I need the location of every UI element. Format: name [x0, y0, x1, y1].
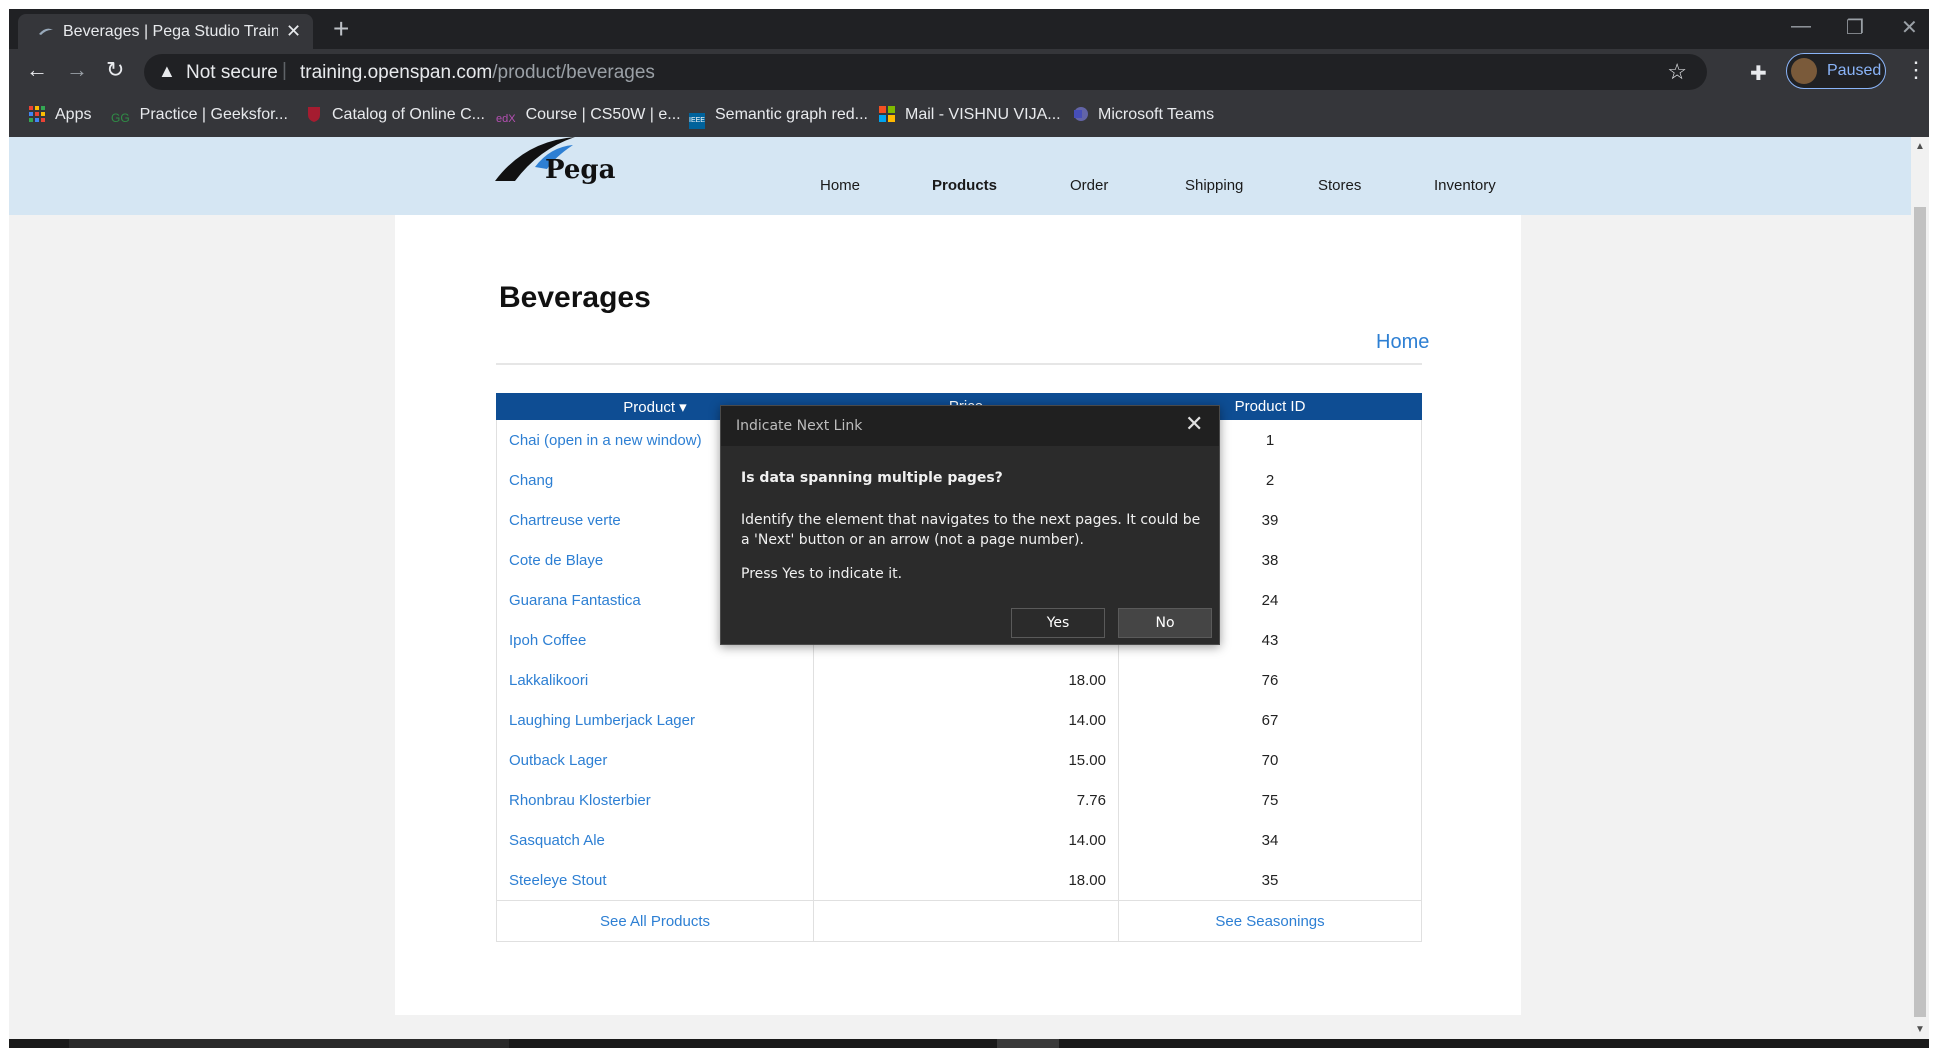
url-text: training.openspan.com/product/beverages — [300, 62, 655, 83]
table-row: Laughing Lumberjack Lager 14.00 67 — [496, 700, 1422, 740]
tab-close-icon[interactable]: ✕ — [286, 21, 301, 42]
bookmarks-bar: Apps GG Practice | Geeksfor... Catalog of… — [9, 95, 1929, 135]
home-link[interactable]: Home — [1376, 331, 1429, 354]
product-link[interactable]: Steeleye Stout — [496, 860, 814, 901]
profile-status: Paused — [1827, 62, 1882, 79]
browser-tab[interactable]: Beverages | Pega Studio Training ✕ — [18, 14, 313, 49]
divider — [496, 363, 1422, 365]
product-link[interactable]: Rhonbrau Klosterbier — [496, 780, 814, 820]
more-menu-icon[interactable]: ⋮ — [1905, 57, 1927, 83]
nav-inventory[interactable]: Inventory — [1434, 177, 1496, 194]
avatar — [1791, 58, 1817, 84]
table-row: Lakkalikoori 18.00 76 — [496, 660, 1422, 700]
price-cell: 14.00 — [813, 700, 1119, 740]
site-header: Pega Home Products Order Shipping Stores… — [9, 137, 1911, 215]
scroll-down-icon[interactable]: ▼ — [1915, 1024, 1925, 1035]
scrollbar-thumb[interactable] — [1914, 207, 1926, 1017]
nav-shipping[interactable]: Shipping — [1185, 177, 1243, 194]
bookmark-mail[interactable]: Mail - VISHNU VIJA... — [879, 106, 1061, 124]
nav-order[interactable]: Order — [1070, 177, 1108, 194]
id-cell: 76 — [1118, 660, 1422, 700]
scroll-up-icon[interactable]: ▲ — [1915, 141, 1925, 152]
see-seasonings-link[interactable]: See Seasonings — [1215, 913, 1324, 930]
product-link[interactable]: Outback Lager — [496, 740, 814, 780]
back-arrow-icon[interactable]: ← — [26, 57, 48, 83]
ieee-icon: IEEE — [689, 113, 705, 129]
bookmark-teams[interactable]: Microsoft Teams — [1072, 106, 1214, 124]
product-link[interactable]: Lakkalikoori — [496, 660, 814, 700]
price-cell: 7.76 — [813, 780, 1119, 820]
id-cell: 67 — [1118, 700, 1422, 740]
microsoft-icon — [879, 106, 895, 122]
dialog-close-icon[interactable]: ✕ — [1185, 412, 1203, 437]
minimize-button[interactable]: — — [1791, 15, 1811, 38]
yes-button[interactable]: Yes — [1011, 608, 1105, 638]
nav-home[interactable]: Home — [820, 177, 860, 194]
nav-products[interactable]: Products — [932, 177, 997, 194]
browser-toolbar: ← → ↻ ▲ Not secure | training.openspan.c… — [9, 49, 1929, 95]
dialog-description: Identify the element that navigates to t… — [741, 512, 1201, 548]
tab-title: Beverages | Pega Studio Training — [63, 23, 278, 40]
logo-text: Pega — [545, 155, 616, 185]
bookmark-cs50w[interactable]: edX Course | CS50W | e... — [496, 106, 681, 129]
taskbar-search[interactable] — [69, 1039, 509, 1048]
table-row: Rhonbrau Klosterbier 7.76 75 — [496, 780, 1422, 820]
taskbar-active-app[interactable] — [997, 1039, 1059, 1048]
harvard-shield-icon — [308, 107, 320, 122]
product-link[interactable]: Laughing Lumberjack Lager — [496, 700, 814, 740]
teams-icon — [1074, 107, 1088, 121]
geeksforgeeks-icon: GG — [111, 111, 130, 125]
price-cell: 14.00 — [813, 820, 1119, 860]
dialog-title: Indicate Next Link — [736, 418, 863, 434]
product-link[interactable]: Sasquatch Ale — [496, 820, 814, 860]
page-title: Beverages — [499, 281, 651, 314]
id-cell: 34 — [1118, 820, 1422, 860]
table-footer-row: See All Products See Seasonings — [496, 900, 1422, 942]
browser-chrome: Beverages | Pega Studio Training ✕ + — ❐… — [9, 9, 1929, 137]
footer-cell: See Seasonings — [1118, 900, 1422, 942]
profile-button[interactable]: Paused — [1786, 53, 1886, 89]
tab-strip: Beverages | Pega Studio Training ✕ + — ❐… — [9, 9, 1929, 49]
see-all-products-link[interactable]: See All Products — [600, 913, 710, 930]
extensions-puzzle-icon[interactable]: ✚ — [1750, 61, 1767, 86]
bookmark-semantic-graph[interactable]: IEEE Semantic graph red... — [689, 106, 868, 129]
security-label: Not secure — [186, 62, 278, 83]
price-cell: 15.00 — [813, 740, 1119, 780]
warning-triangle-icon: ▲ — [158, 61, 176, 81]
page-scrollbar[interactable]: ▲ ▼ — [1911, 137, 1929, 1039]
footer-cell: See All Products — [496, 900, 814, 942]
reload-icon[interactable]: ↻ — [106, 57, 124, 83]
edx-icon: edX — [496, 113, 516, 125]
bookmark-geeksforgeeks[interactable]: GG Practice | Geeksfor... — [111, 106, 288, 127]
close-window-button[interactable]: ✕ — [1901, 15, 1918, 40]
new-tab-button[interactable]: + — [333, 13, 349, 45]
price-cell: 18.00 — [813, 860, 1119, 901]
forward-arrow-icon[interactable]: → — [66, 57, 88, 83]
dialog-prompt: Press Yes to indicate it. — [741, 566, 903, 582]
no-button[interactable]: No — [1118, 608, 1212, 638]
id-cell: 70 — [1118, 740, 1422, 780]
price-cell: 18.00 — [813, 660, 1119, 700]
table-row: Outback Lager 15.00 70 — [496, 740, 1422, 780]
indicate-next-link-dialog: Indicate Next Link ✕ Is data spanning mu… — [720, 405, 1220, 645]
pega-logo[interactable]: Pega — [495, 137, 635, 185]
restore-button[interactable]: ❐ — [1846, 15, 1864, 40]
bookmark-apps[interactable]: Apps — [29, 106, 91, 124]
table-row: Steeleye Stout 18.00 35 — [496, 860, 1422, 901]
os-taskbar — [9, 1039, 1929, 1048]
dialog-header: Indicate Next Link ✕ — [721, 406, 1219, 446]
id-cell: 75 — [1118, 780, 1422, 820]
pega-favicon-icon — [39, 28, 53, 35]
table-row: Sasquatch Ale 14.00 34 — [496, 820, 1422, 860]
address-separator: | — [282, 60, 287, 81]
apps-grid-icon — [29, 106, 45, 122]
bookmark-star-icon[interactable]: ☆ — [1667, 59, 1687, 85]
nav-stores[interactable]: Stores — [1318, 177, 1361, 194]
bookmark-catalog[interactable]: Catalog of Online C... — [306, 106, 485, 124]
footer-cell-empty — [813, 900, 1119, 942]
dialog-question: Is data spanning multiple pages? — [741, 470, 1003, 486]
id-cell: 35 — [1118, 860, 1422, 901]
address-bar[interactable]: ▲ Not secure | training.openspan.com/pro… — [144, 54, 1707, 90]
